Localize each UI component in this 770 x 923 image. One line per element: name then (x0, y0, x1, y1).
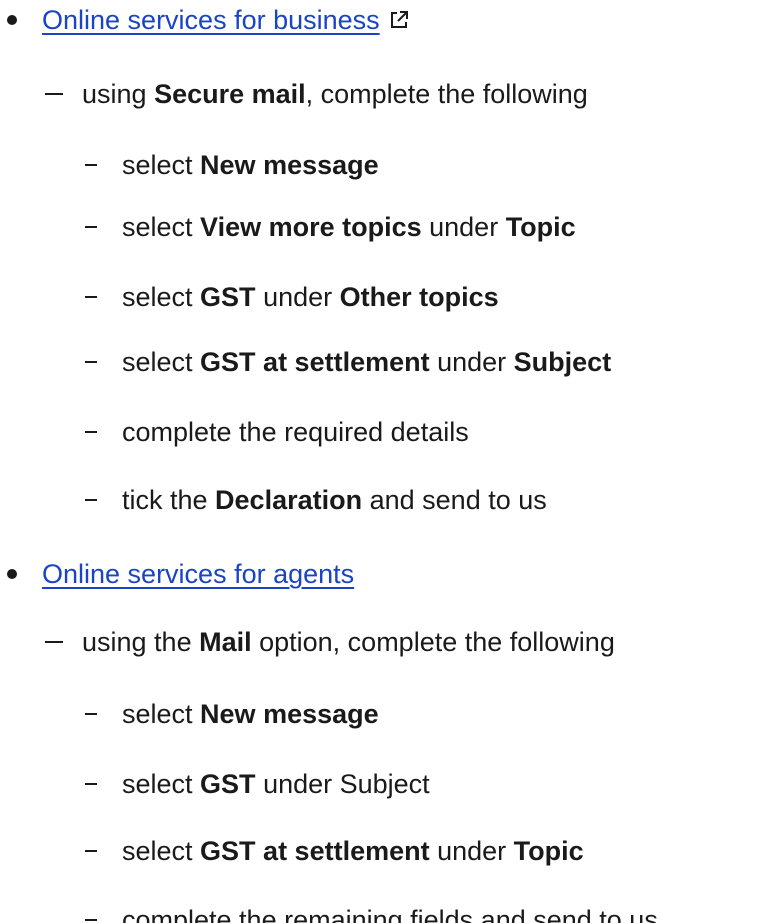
bold-term: New message (200, 150, 379, 180)
bullet-marker (7, 569, 17, 579)
item-text: select (122, 212, 201, 242)
bold-term: Declaration (215, 485, 363, 515)
dash-marker (45, 641, 63, 643)
list-item: tick the Declaration and send to us (0, 480, 770, 520)
item-text: option, complete the following (251, 627, 615, 657)
dash-marker (85, 499, 97, 501)
item-text: select (122, 699, 201, 729)
dash-marker (85, 164, 97, 166)
list-item-secondary: using the Mail option, complete the foll… (0, 622, 770, 662)
item-text: under (429, 347, 514, 377)
item-text: under (429, 836, 514, 866)
list-item-secondary: using Secure mail, complete the followin… (0, 74, 770, 114)
list-item: select GST at settlement under Topic (0, 831, 770, 871)
list-item-primary: Online services for business (0, 0, 770, 40)
item-text: select (122, 347, 201, 377)
list-item: select View more topics under Topic (0, 207, 770, 247)
item-text: under Subject (255, 769, 430, 799)
item-text: using (82, 79, 155, 109)
item-text: select (122, 282, 201, 312)
link-online-services-agents[interactable]: Online services for agents (42, 559, 354, 589)
item-text: under (255, 282, 340, 312)
item-text: , complete the following (305, 79, 588, 109)
item-text: complete the remaining fields and send t… (122, 905, 666, 923)
bold-term: GST (200, 769, 256, 799)
bold-term: Secure mail (154, 79, 306, 109)
list-item: complete the remaining fields and send t… (0, 900, 770, 923)
list-item: select GST at settlement under Subject (0, 342, 770, 382)
bold-term: GST (200, 282, 256, 312)
item-text: under (421, 212, 506, 242)
list-item: select GST under Subject (0, 764, 770, 804)
list-item: complete the required details (0, 412, 770, 452)
item-text: select (122, 150, 201, 180)
dash-marker (85, 713, 97, 715)
item-text: using the (82, 627, 200, 657)
dash-marker (85, 226, 97, 228)
bold-term: New message (200, 699, 379, 729)
bold-term: View more topics (200, 212, 422, 242)
item-text: and send to us (362, 485, 547, 515)
bullet-marker (7, 15, 17, 25)
list-item: select New message (0, 694, 770, 734)
bold-term: Subject (513, 347, 612, 377)
dash-marker (85, 919, 97, 921)
bold-term: Topic (505, 212, 576, 242)
instruction-list: Online services for business using Secure… (0, 0, 770, 923)
item-text: select (122, 836, 201, 866)
bold-term: Mail (199, 627, 252, 657)
dash-marker (85, 431, 97, 433)
item-text: select (122, 769, 201, 799)
list-item: select GST under Other topics (0, 277, 770, 317)
dash-marker (85, 361, 97, 363)
list-item-primary: Online services for agents (0, 554, 770, 594)
dash-marker (85, 783, 97, 785)
bold-term: GST at settlement (200, 836, 430, 866)
bold-term: Topic (513, 836, 584, 866)
list-item: select New message (0, 145, 770, 185)
item-text: complete the required details (122, 417, 469, 447)
bold-term: GST at settlement (200, 347, 430, 377)
external-link-icon[interactable] (388, 9, 410, 31)
dash-marker (85, 296, 97, 298)
item-text: tick the (122, 485, 216, 515)
dash-marker (45, 93, 63, 95)
bold-term: Other topics (339, 282, 499, 312)
link-online-services-business[interactable]: Online services for business (42, 5, 380, 35)
dash-marker (85, 850, 97, 852)
